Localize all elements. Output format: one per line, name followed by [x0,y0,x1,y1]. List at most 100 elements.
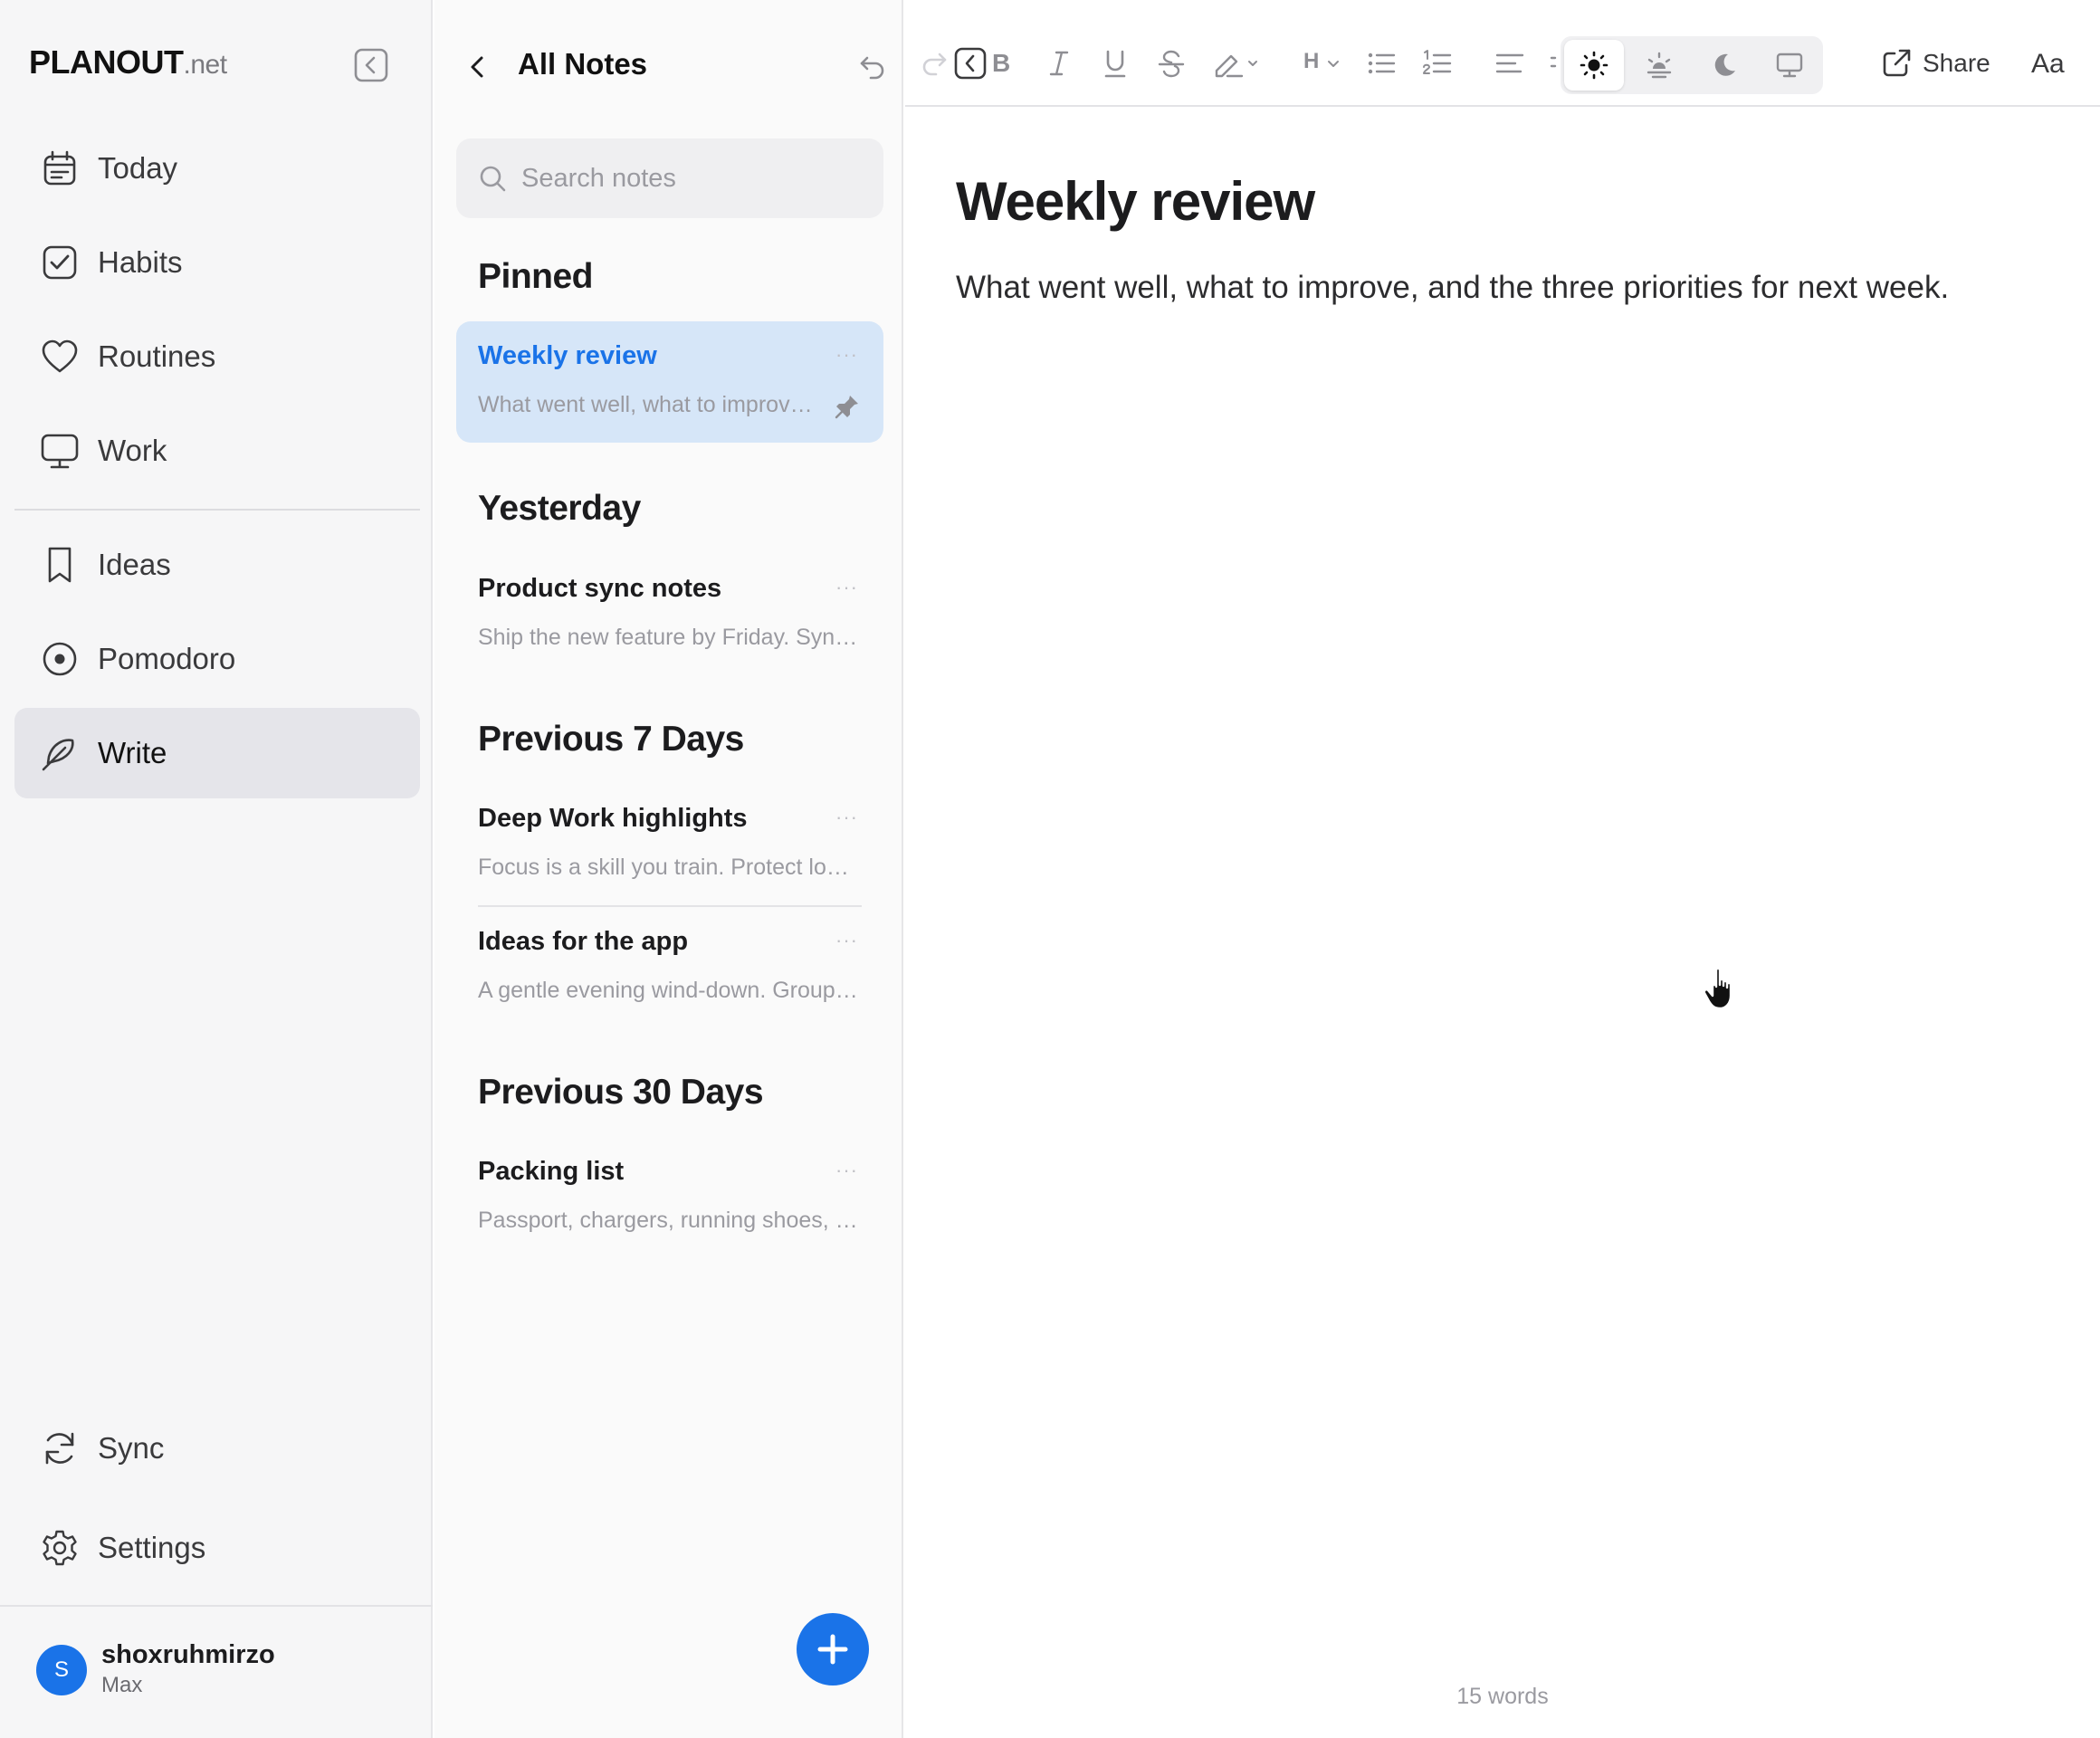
bookmark-icon [40,545,80,585]
user-divider [0,1605,433,1607]
notes-panel: All Notes Pinned Weekly review What went… [434,0,903,1738]
theme-dark-button[interactable] [1694,40,1754,91]
theme-system-button[interactable] [1760,40,1819,91]
highlighter-icon [1215,54,1257,78]
theme-switcher [1561,36,1823,94]
sidebar-item-settings[interactable]: Settings [14,1503,420,1593]
more-icon[interactable]: ··· [835,576,858,599]
note-preview: What went well, what to improve, and the… [478,392,813,417]
redo-button[interactable] [918,47,950,80]
sidebar-item-pomodoro[interactable]: Pomodoro [14,614,420,704]
note-title: Deep Work highlights [478,804,748,833]
bullet-list-button[interactable] [1365,47,1398,80]
undo-button[interactable] [856,51,889,83]
plus-icon [817,1634,848,1665]
document-body[interactable]: What went well, what to improve, and the… [956,268,2060,308]
sync-icon [40,1428,80,1468]
more-icon[interactable]: ··· [835,1159,858,1182]
note-item-product-sync[interactable]: Product sync notes Ship the new feature … [456,554,883,675]
bold-button[interactable]: B [992,49,1010,78]
sidebar-item-label: Write [98,736,167,769]
bullet-list-icon [1368,53,1396,74]
highlight-button[interactable] [1211,47,1265,80]
avatar[interactable]: S [36,1645,87,1695]
theme-light-button[interactable] [1564,40,1624,91]
sidebar-item-label: Pomodoro [98,642,236,675]
sidebar-item-today[interactable]: Today [14,123,420,214]
theme-sunset-button[interactable] [1629,40,1689,91]
note-title: Packing list [478,1157,625,1186]
new-note-button[interactable] [797,1613,869,1685]
collapse-sidebar-button[interactable] [353,47,389,83]
sidebar-item-label: Habits [98,245,183,279]
checkbox-icon [40,243,80,282]
sidebar-item-write[interactable]: Write [14,708,420,798]
search-box[interactable] [456,138,883,218]
share-button[interactable]: Share [1881,45,1990,81]
note-item-weekly-review[interactable]: Weekly review What went well, what to im… [456,321,883,443]
italic-icon [1049,51,1069,76]
collapse-editor-button[interactable] [954,47,987,80]
note-title: Weekly review [478,341,657,370]
more-icon[interactable]: ··· [835,929,858,952]
section-heading: Pinned [478,257,594,296]
document-title[interactable]: Weekly review [956,170,1315,233]
hand-cursor-icon [1702,963,1745,1014]
note-item-ideas-app[interactable]: Ideas for the app A gentle evening wind-… [456,907,883,1028]
underline-icon [1104,50,1126,78]
logo-text: PLANOUT [29,43,184,81]
feather-icon [40,733,80,773]
font-settings-button[interactable]: Aa [2031,49,2065,80]
calendar-icon [40,148,80,188]
more-icon[interactable]: ··· [835,806,858,829]
note-preview: Focus is a skill you train. Protect long… [478,855,858,880]
sunset-icon [1647,52,1672,79]
note-title: Product sync notes [478,574,722,603]
sidebar-item-routines[interactable]: Routines [14,311,420,402]
align-left-button[interactable] [1494,47,1526,80]
sidebar-item-label: Settings [98,1531,206,1564]
heart-icon [40,337,80,377]
underline-button[interactable] [1099,47,1131,80]
sidebar-item-habits[interactable]: Habits [14,217,420,308]
strikethrough-button[interactable] [1155,47,1188,80]
more-icon[interactable]: ··· [835,343,858,367]
pin-icon[interactable] [835,394,860,419]
numbered-list-button[interactable] [1421,47,1454,80]
word-count: 15 words [1456,1684,1549,1709]
overflow-icon [1550,47,1559,80]
note-preview: A gentle evening wind-down. Group routin… [478,978,858,1003]
user-name[interactable]: shoxruhmirzo [101,1640,275,1670]
sidebar-item-work[interactable]: Work [14,406,420,496]
moon-icon [1714,53,1735,76]
heading-button[interactable]: H [1303,49,1319,74]
chevron-down-icon[interactable] [1325,47,1343,80]
editor-toolbar: B H Share Aa [905,0,2100,107]
editor: B H Share Aa Weekly review What went wel… [905,0,2100,1738]
sidebar-item-label: Work [98,434,167,467]
gear-icon [40,1528,80,1568]
sidebar-item-label: Ideas [98,548,171,581]
italic-button[interactable] [1043,47,1075,80]
note-title: Ideas for the app [478,927,689,956]
share-icon [1881,48,1912,79]
sidebar-item-sync[interactable]: Sync [14,1403,420,1494]
chevron-left-icon [471,56,483,78]
search-icon [478,164,507,193]
note-preview: Passport, chargers, running shoes, noteb… [478,1208,858,1233]
app-logo[interactable]: PLANOUT.net [29,43,227,81]
sidebar-item-label: Sync [98,1431,165,1465]
user-plan: Max [101,1673,143,1697]
note-preview: Ship the new feature by Friday. Sync wit… [478,625,858,650]
sidebar-collapse-icon [354,48,388,82]
section-heading: Previous 7 Days [478,720,744,759]
redo-icon [922,53,947,76]
back-button[interactable] [462,51,494,83]
note-item-packing-list[interactable]: Packing list Passport, chargers, running… [456,1137,883,1258]
search-input[interactable] [521,138,865,218]
sidebar-item-ideas[interactable]: Ideas [14,520,420,610]
target-icon [40,639,80,679]
align-left-icon [1495,53,1524,73]
logo-suffix: .net [183,50,228,80]
note-item-deep-work[interactable]: Deep Work highlights Focus is a skill yo… [456,784,883,905]
